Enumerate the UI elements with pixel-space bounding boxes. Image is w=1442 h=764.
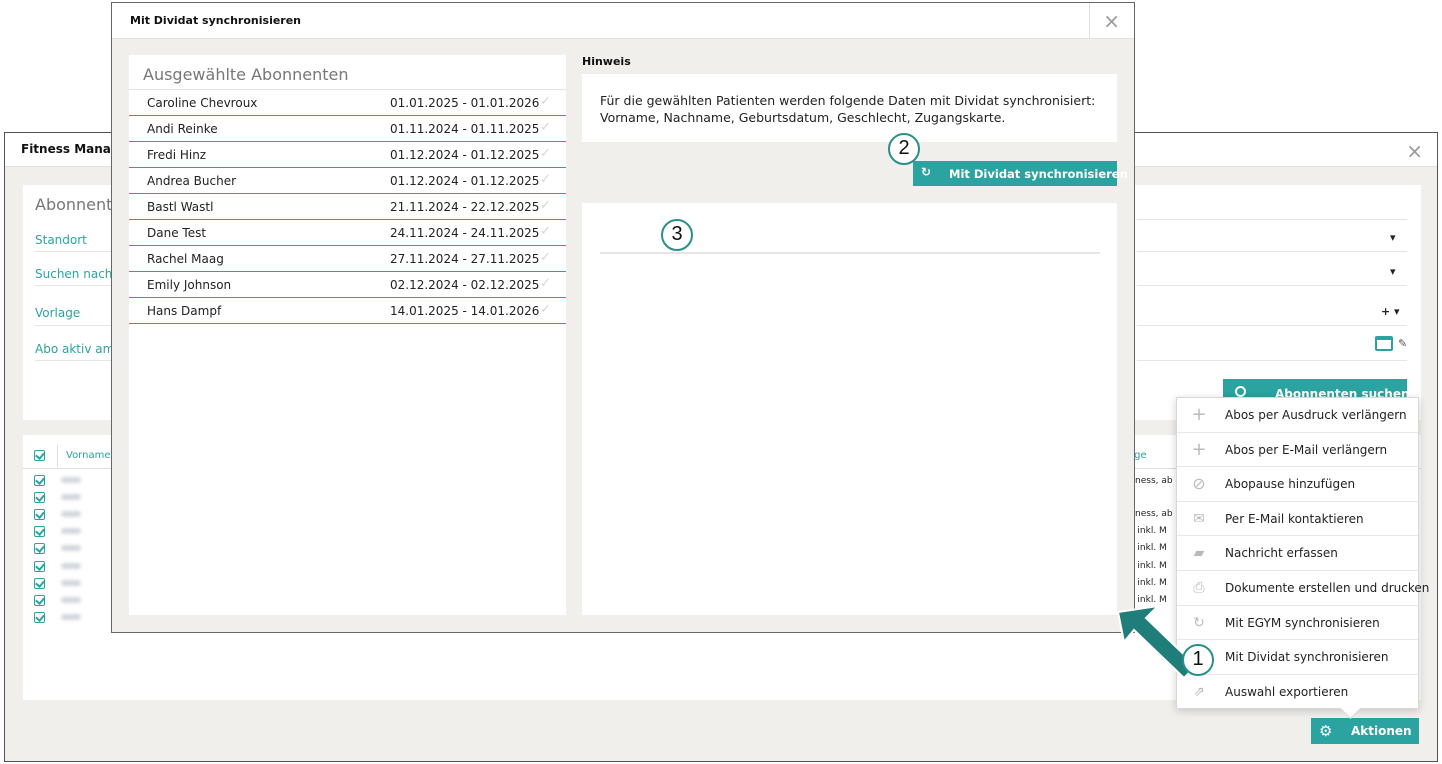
callout-badge-2: 2	[888, 133, 920, 165]
pointer-arrow	[1116, 604, 1198, 680]
callout-badge-3: 3	[661, 219, 693, 251]
callout-badge-1: 1	[1182, 644, 1214, 676]
